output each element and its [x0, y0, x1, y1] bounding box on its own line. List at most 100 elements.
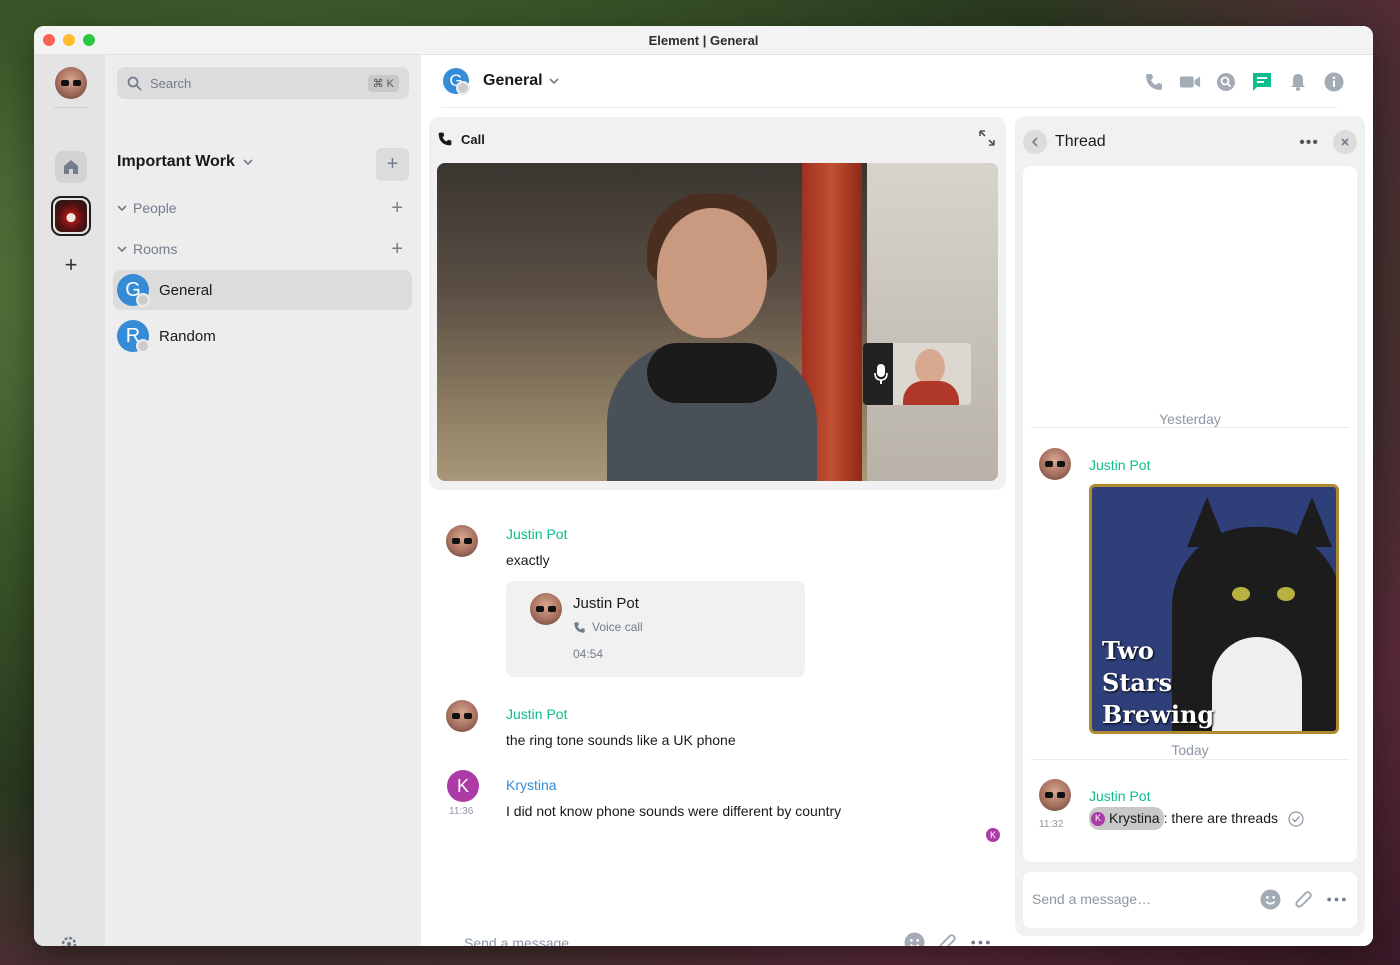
window-controls: [43, 34, 95, 46]
search-button[interactable]: Search ⌘ K: [117, 67, 409, 99]
message-sender[interactable]: Justin Pot: [1089, 457, 1150, 473]
divider: [1031, 759, 1349, 760]
divider: [54, 107, 88, 108]
close-thread-button[interactable]: [1333, 130, 1357, 154]
search-icon: [127, 76, 142, 91]
user-mention-pill[interactable]: K Krystina: [1089, 807, 1164, 830]
room-header-name: General: [483, 72, 543, 89]
section-people[interactable]: People +: [117, 197, 409, 219]
avatar[interactable]: K: [447, 770, 479, 802]
thread-composer-actions: [1260, 889, 1347, 910]
call-type: Voice call: [573, 620, 643, 634]
add-space-button[interactable]: +: [61, 252, 81, 278]
emoji-icon[interactable]: [1260, 889, 1281, 910]
chevron-down-icon: [117, 205, 127, 212]
avatar: [530, 593, 562, 625]
voice-call-button[interactable]: [1143, 71, 1165, 93]
close-window-button[interactable]: [43, 34, 55, 46]
message-text: : there are threads: [1163, 810, 1278, 826]
room-item-general[interactable]: G General: [113, 270, 412, 310]
more-options-icon[interactable]: •••: [1299, 134, 1319, 152]
message-sender[interactable]: Justin Pot: [1089, 788, 1150, 804]
zoom-window-button[interactable]: [83, 34, 95, 46]
section-people-label: People: [133, 200, 177, 216]
message-timestamp: 11:36: [449, 806, 474, 817]
message-body: I did not know phone sounds were differe…: [506, 803, 842, 819]
message-body: the ring tone sounds like a UK phone: [506, 732, 736, 748]
more-options-icon[interactable]: [970, 932, 991, 946]
expand-icon[interactable]: [978, 129, 996, 147]
read-receipt[interactable]: K: [986, 828, 1000, 842]
attachment-icon[interactable]: [937, 932, 958, 946]
room-search-button[interactable]: [1215, 71, 1237, 93]
search-shortcut: ⌘ K: [367, 74, 399, 92]
call-header: Call: [437, 131, 485, 147]
chevron-left-icon: [1031, 137, 1038, 147]
local-video-preview[interactable]: [863, 343, 971, 405]
message-sender[interactable]: Justin Pot: [506, 526, 567, 542]
threads-button[interactable]: [1251, 71, 1273, 93]
divider: [1031, 427, 1349, 428]
notifications-button[interactable]: [1287, 71, 1309, 93]
message-sender[interactable]: Krystina: [506, 777, 557, 793]
message-sender[interactable]: Justin Pot: [506, 706, 567, 722]
microphone-icon[interactable]: [873, 363, 889, 385]
space-name-menu[interactable]: Important Work: [117, 153, 253, 171]
message-timestamp: 11:32: [1039, 819, 1064, 830]
call-duration: 04:54: [573, 647, 604, 661]
search-label: Search: [150, 75, 192, 91]
add-person-button[interactable]: +: [391, 197, 403, 220]
image-attachment[interactable]: Two Stars Brewing: [1089, 484, 1339, 734]
call-video-feed[interactable]: [437, 163, 998, 481]
info-icon: [1324, 72, 1344, 92]
gear-icon[interactable]: [60, 935, 78, 946]
video-call-button[interactable]: [1179, 71, 1201, 93]
space-bar: +: [34, 55, 105, 946]
thread-header: Thread •••: [1023, 130, 1357, 154]
chevron-down-icon: [549, 78, 559, 85]
call-type-label: Voice call: [592, 620, 643, 634]
avatar[interactable]: [446, 700, 478, 732]
space-important-work[interactable]: [51, 196, 91, 236]
image-text-line: Brewing: [1102, 700, 1215, 729]
section-rooms[interactable]: Rooms +: [117, 238, 409, 260]
room-header-actions: [1143, 71, 1345, 93]
room-info-button[interactable]: [1323, 71, 1345, 93]
thread-panel: Thread ••• Yesterday Justin Pot Two Star…: [1015, 116, 1365, 936]
add-to-space-button[interactable]: +: [376, 148, 409, 181]
room-name: Random: [159, 327, 216, 345]
room-header: G General: [421, 55, 1373, 107]
title-bar: Element | General: [34, 26, 1373, 55]
room-header-avatar[interactable]: G: [443, 68, 470, 95]
section-rooms-label: Rooms: [133, 241, 178, 257]
room-item-random[interactable]: R Random: [113, 316, 412, 356]
space-name: Important Work: [117, 153, 235, 170]
more-options-icon[interactable]: [1326, 889, 1347, 910]
room-header-title[interactable]: General: [483, 72, 559, 90]
attachment-icon[interactable]: [1293, 889, 1314, 910]
user-avatar[interactable]: [55, 67, 87, 99]
back-button[interactable]: [1023, 130, 1047, 154]
avatar[interactable]: [1039, 779, 1071, 811]
thread-composer[interactable]: Send a message…: [1023, 872, 1357, 928]
avatar[interactable]: [1039, 448, 1071, 480]
sent-check-icon: [1288, 810, 1304, 827]
home-button[interactable]: [55, 151, 87, 183]
composer-actions: [904, 932, 991, 946]
emoji-icon[interactable]: [904, 932, 925, 946]
threads-icon: [1253, 73, 1271, 91]
avatar[interactable]: [446, 525, 478, 557]
phone-icon: [1146, 74, 1162, 90]
image-caption: Two Stars Brewing: [1102, 635, 1214, 731]
thread-timeline: Yesterday Justin Pot Two Stars Brewing T…: [1023, 166, 1357, 862]
phone-icon: [438, 132, 452, 146]
thread-composer-placeholder: Send a message…: [1032, 891, 1152, 907]
call-title: Call: [461, 131, 485, 147]
room-list-panel: Search ⌘ K Important Work + People + Roo…: [105, 55, 421, 946]
thread-title: Thread: [1055, 133, 1106, 150]
date-separator: Yesterday: [1159, 411, 1221, 427]
minimize-window-button[interactable]: [63, 34, 75, 46]
add-room-button[interactable]: +: [391, 238, 403, 261]
message-body: K Krystina : there are threads: [1089, 807, 1304, 830]
call-panel: Call: [429, 117, 1006, 490]
